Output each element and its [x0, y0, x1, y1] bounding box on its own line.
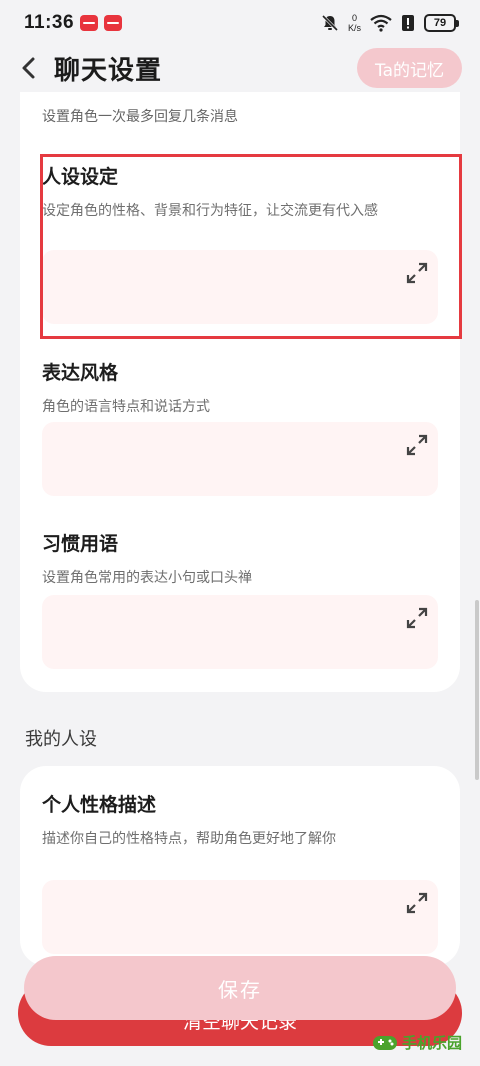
- expand-icon[interactable]: [406, 892, 428, 914]
- status-time: 11:36: [24, 12, 75, 33]
- net-speed-unit: K/s: [347, 23, 361, 33]
- field-title: 个人性格描述: [42, 794, 157, 816]
- field-description: 设定角色的性格、背景和行为特征，让交流更有代入感: [42, 203, 378, 219]
- header: 聊天设置 Ta的记忆: [0, 44, 480, 92]
- field-description: 描述你自己的性格特点，帮助角色更好地了解你: [42, 831, 336, 847]
- watermark: 手机乐园: [372, 1022, 472, 1062]
- habitual-phrases-field: 习惯用语 设置角色常用的表达小句或口头禅: [42, 529, 438, 669]
- field-title: 习惯用语: [42, 533, 119, 555]
- page-title: 聊天设置: [54, 55, 163, 86]
- persona-field: 人设设定 设定角色的性格、背景和行为特征，让交流更有代入感: [42, 162, 438, 324]
- expression-style-input[interactable]: [42, 422, 438, 496]
- app-notification-icon: [80, 15, 99, 31]
- expression-style-field: 表达风格 角色的语言特点和说话方式: [42, 358, 438, 496]
- gamepad-logo-icon: [373, 1036, 397, 1050]
- battery-icon: 79: [424, 14, 459, 32]
- net-speed-value: 0: [351, 13, 357, 23]
- expand-icon[interactable]: [406, 434, 428, 456]
- field-title: 人设设定: [42, 166, 119, 188]
- habitual-phrases-input[interactable]: [42, 595, 438, 669]
- ta-memory-button[interactable]: Ta的记忆: [357, 48, 462, 88]
- expand-icon[interactable]: [406, 262, 428, 284]
- scrollbar[interactable]: [475, 600, 479, 780]
- personality-input[interactable]: [42, 880, 438, 954]
- field-title: 表达风格: [42, 362, 119, 384]
- alert-icon: [402, 15, 414, 31]
- section-label: 我的人设: [25, 729, 97, 750]
- field-description: 角色的语言特点和说话方式: [42, 399, 210, 415]
- back-arrow-icon: [22, 57, 35, 79]
- net-speed: 0 K/s: [348, 13, 361, 33]
- watermark-text: 手机乐园: [402, 1033, 463, 1052]
- back-button[interactable]: [20, 48, 48, 88]
- save-button[interactable]: 保存: [24, 956, 456, 1020]
- personality-field: 个人性格描述 描述你自己的性格特点，帮助角色更好地了解你: [42, 790, 438, 954]
- my-persona-card: 个人性格描述 描述你自己的性格特点，帮助角色更好地了解你: [20, 766, 460, 966]
- app-notification-icon: [104, 15, 123, 31]
- field-description: 设置角色常用的表达小句或口头禅: [42, 570, 252, 586]
- mute-bell-icon: [321, 14, 339, 32]
- reply-count-hint: 设置角色一次最多回复几条消息: [42, 109, 238, 125]
- persona-input[interactable]: [42, 250, 438, 324]
- character-settings-card: 设置角色一次最多回复几条消息 人设设定 设定角色的性格、背景和行为特征，让交流更…: [20, 92, 460, 692]
- status-bar: 11:36 0 K/s 79: [0, 0, 480, 46]
- expand-icon[interactable]: [406, 607, 428, 629]
- wifi-icon: [370, 14, 392, 32]
